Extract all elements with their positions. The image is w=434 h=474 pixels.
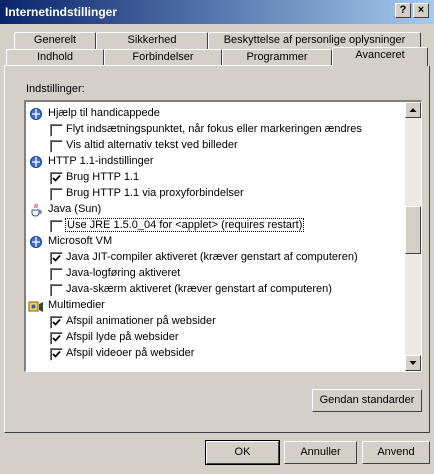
tab-generelt[interactable]: Generelt [14, 32, 96, 49]
checkbox[interactable] [50, 268, 63, 281]
tab-forbindelser[interactable]: Forbindelser [104, 49, 222, 66]
tab-avanceret[interactable]: Avanceret [332, 47, 428, 66]
vertical-scrollbar[interactable] [405, 102, 421, 371]
setting-play-videos[interactable]: Afspil videoer på websider [26, 346, 406, 362]
checkmark-icon [52, 174, 61, 182]
title-bar: Internetindstillinger ? × [0, 0, 434, 24]
scroll-down-button[interactable] [405, 355, 421, 371]
setting-java-logging[interactable]: Java-logføring aktiveret [26, 266, 406, 282]
checkbox[interactable] [50, 284, 63, 297]
checkbox-checked[interactable] [50, 332, 63, 345]
scroll-thumb[interactable] [405, 206, 421, 254]
setting-alt-text[interactable]: Vis altid alternativ tekst ved billeder [26, 138, 406, 154]
setting-java-console[interactable]: Java-skærm aktiveret (kræver genstart af… [26, 282, 406, 298]
checkbox-checked[interactable] [50, 172, 63, 185]
checkmark-icon [52, 318, 61, 326]
setting-move-caret[interactable]: Flyt indsætningspunktet, når fokus eller… [26, 122, 406, 138]
window-title: Internetindstillinger [5, 5, 118, 19]
setting-play-sounds[interactable]: Afspil lyde på websider [26, 330, 406, 346]
arrow-down-icon [409, 361, 417, 365]
scroll-up-button[interactable] [405, 102, 421, 118]
setting-use-jre[interactable]: Use JRE 1.5.0_04 for <applet> (requires … [26, 218, 406, 234]
group-java-sun: Java (Sun) [26, 202, 406, 218]
checkmark-icon [52, 334, 61, 342]
close-button[interactable]: × [413, 3, 429, 18]
tab-programmer[interactable]: Programmer [222, 49, 332, 66]
checkbox[interactable] [50, 140, 63, 153]
checkbox[interactable] [50, 220, 63, 233]
help-button[interactable]: ? [395, 3, 411, 18]
checkmark-icon [52, 350, 61, 358]
ie-settings-icon [30, 236, 42, 248]
settings-list[interactable]: Hjælp til handicappede Flyt indsætningsp… [24, 100, 422, 372]
checkbox-checked[interactable] [50, 316, 63, 329]
cancel-button[interactable]: Annuller [284, 441, 357, 464]
setting-http11[interactable]: Brug HTTP 1.1 [26, 170, 406, 186]
checkbox-checked[interactable] [50, 348, 63, 361]
group-http: HTTP 1.1-indstillinger [26, 154, 406, 170]
restore-defaults-button[interactable]: Gendan standarder [312, 389, 422, 412]
group-accessibility: Hjælp til handicappede [26, 106, 406, 122]
tab-sikkerhed[interactable]: Sikkerhed [96, 32, 208, 49]
apply-button[interactable]: Anvend [362, 441, 430, 464]
ie-settings-icon [30, 156, 42, 168]
tab-indhold[interactable]: Indhold [6, 49, 104, 66]
setting-jit[interactable]: Java JIT-compiler aktiveret (kræver gens… [26, 250, 406, 266]
checkbox[interactable] [50, 124, 63, 137]
setting-http11-proxy[interactable]: Brug HTTP 1.1 via proxyforbindelser [26, 186, 406, 202]
checkmark-icon [52, 254, 61, 262]
group-microsoft-vm: Microsoft VM [26, 234, 406, 250]
arrow-up-icon [409, 108, 417, 112]
settings-label: Indstillinger: [26, 83, 85, 95]
ok-button[interactable]: OK [205, 440, 280, 465]
java-cup-icon [31, 203, 42, 217]
multimedia-icon [28, 301, 43, 312]
checkbox-checked[interactable] [50, 252, 63, 265]
checkbox[interactable] [50, 188, 63, 201]
setting-play-animations[interactable]: Afspil animationer på websider [26, 314, 406, 330]
ie-settings-icon [30, 108, 42, 120]
group-multimedia: Multimedier [26, 298, 406, 314]
